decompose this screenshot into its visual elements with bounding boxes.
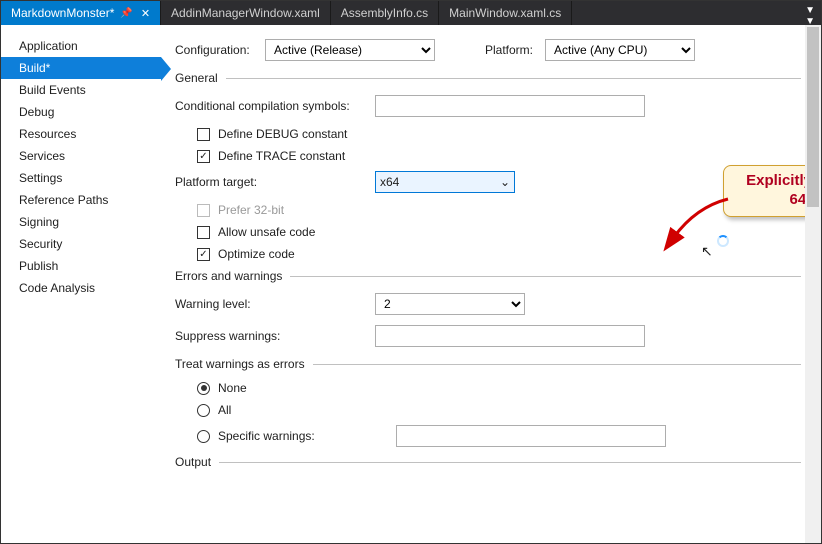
project-sidebar: Application Build* Build Events Debug Re… <box>1 25 161 543</box>
warn-level-label: Warning level: <box>175 297 375 311</box>
sidebar-item-signing[interactable]: Signing <box>1 211 161 233</box>
sidebar-item-codeanalysis[interactable]: Code Analysis <box>1 277 161 299</box>
warn-level-select[interactable]: 2 <box>375 293 525 315</box>
sidebar-item-settings[interactable]: Settings <box>1 167 161 189</box>
tab-label: AddinManagerWindow.xaml <box>171 6 320 20</box>
sidebar-item-application[interactable]: Application <box>1 35 161 57</box>
tab-assemblyinfo[interactable]: AssemblyInfo.cs <box>331 1 439 25</box>
pin-icon[interactable]: 📌 <box>120 8 132 19</box>
define-debug-row[interactable]: Define DEBUG constant <box>197 127 801 141</box>
checkbox-icon <box>197 150 210 163</box>
tab-label: MarkdownMonster* <box>11 6 114 20</box>
checkbox-icon <box>197 226 210 239</box>
cond-symbols-input[interactable] <box>375 95 645 117</box>
tab-label: MainWindow.xaml.cs <box>449 6 561 20</box>
treat-all-radio[interactable]: All <box>197 403 801 417</box>
platform-target-select[interactable]: x64 ⌄ <box>375 171 515 193</box>
checkbox-icon <box>197 204 210 217</box>
tab-label: AssemblyInfo.cs <box>341 6 428 20</box>
select-value: x64 <box>380 175 399 189</box>
section-errors: Errors and warnings <box>175 269 282 283</box>
section-output: Output <box>175 455 211 469</box>
sidebar-item-refpaths[interactable]: Reference Paths <box>1 189 161 211</box>
radio-label: Specific warnings: <box>218 429 396 443</box>
tab-addinmanager[interactable]: AddinManagerWindow.xaml <box>161 1 331 25</box>
define-trace-row[interactable]: Define TRACE constant <box>197 149 801 163</box>
treat-specific-radio[interactable]: Specific warnings: <box>197 425 801 447</box>
build-settings-panel: Configuration: Active (Release) Platform… <box>161 25 821 543</box>
radio-icon <box>197 430 210 443</box>
tab-mainwindow[interactable]: MainWindow.xaml.cs <box>439 1 572 25</box>
section-treat: Treat warnings as errors <box>175 357 305 371</box>
treat-none-radio[interactable]: None <box>197 381 801 395</box>
sidebar-item-debug[interactable]: Debug <box>1 101 161 123</box>
sidebar-item-resources[interactable]: Resources <box>1 123 161 145</box>
chevron-down-icon: ⌄ <box>500 175 510 189</box>
checkbox-label: Optimize code <box>218 247 295 261</box>
suppress-input[interactable] <box>375 325 645 347</box>
radio-icon <box>197 404 210 417</box>
close-icon[interactable]: ✕ <box>141 7 150 20</box>
busy-spinner-icon <box>717 235 729 247</box>
section-general: General <box>175 71 218 85</box>
configuration-label: Configuration: <box>175 43 265 57</box>
scrollbar-thumb[interactable] <box>807 27 819 207</box>
sidebar-item-build[interactable]: Build* <box>1 57 161 79</box>
specific-warnings-input[interactable] <box>396 425 666 447</box>
optimize-row[interactable]: Optimize code <box>197 247 801 261</box>
configuration-select[interactable]: Active (Release) <box>265 39 435 61</box>
checkbox-label: Define DEBUG constant <box>218 127 347 141</box>
sidebar-item-security[interactable]: Security <box>1 233 161 255</box>
prefer-32bit-row: Prefer 32-bit <box>197 203 801 217</box>
checkbox-icon <box>197 248 210 261</box>
vertical-scrollbar[interactable] <box>805 25 821 543</box>
platform-label: Platform: <box>485 43 545 57</box>
overflow-icon[interactable]: ▼▼ <box>805 5 815 27</box>
cond-symbols-label: Conditional compilation symbols: <box>175 99 375 113</box>
radio-label: None <box>218 381 247 395</box>
checkbox-icon <box>197 128 210 141</box>
sidebar-item-services[interactable]: Services <box>1 145 161 167</box>
suppress-label: Suppress warnings: <box>175 329 375 343</box>
checkbox-label: Prefer 32-bit <box>218 203 284 217</box>
radio-icon <box>197 382 210 395</box>
platform-select[interactable]: Active (Any CPU) <box>545 39 695 61</box>
platform-target-label: Platform target: <box>175 175 375 189</box>
tab-markdownmonster[interactable]: MarkdownMonster* 📌 ✕ <box>1 1 161 25</box>
allow-unsafe-row[interactable]: Allow unsafe code <box>197 225 801 239</box>
sidebar-item-buildevents[interactable]: Build Events <box>1 79 161 101</box>
checkbox-label: Allow unsafe code <box>218 225 315 239</box>
sidebar-item-publish[interactable]: Publish <box>1 255 161 277</box>
radio-label: All <box>218 403 231 417</box>
document-tabbar: MarkdownMonster* 📌 ✕ AddinManagerWindow.… <box>1 1 821 25</box>
checkbox-label: Define TRACE constant <box>218 149 345 163</box>
